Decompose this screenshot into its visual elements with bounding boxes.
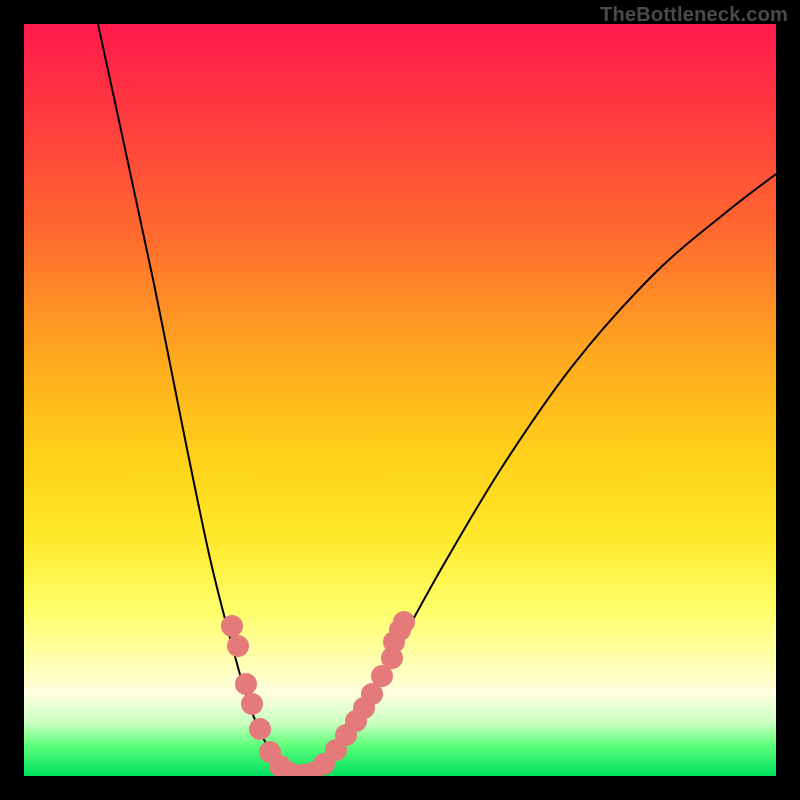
marker-dot bbox=[249, 718, 271, 740]
marker-dot bbox=[227, 635, 249, 657]
bottleneck-chart bbox=[24, 24, 776, 776]
marker-layer bbox=[221, 611, 415, 776]
watermark-text: TheBottleneck.com bbox=[600, 4, 788, 27]
plot-area bbox=[24, 24, 776, 776]
marker-dot bbox=[241, 693, 263, 715]
marker-dot bbox=[221, 615, 243, 637]
marker-dot bbox=[235, 673, 257, 695]
bottleneck-curve bbox=[98, 24, 776, 775]
marker-dot bbox=[393, 611, 415, 633]
